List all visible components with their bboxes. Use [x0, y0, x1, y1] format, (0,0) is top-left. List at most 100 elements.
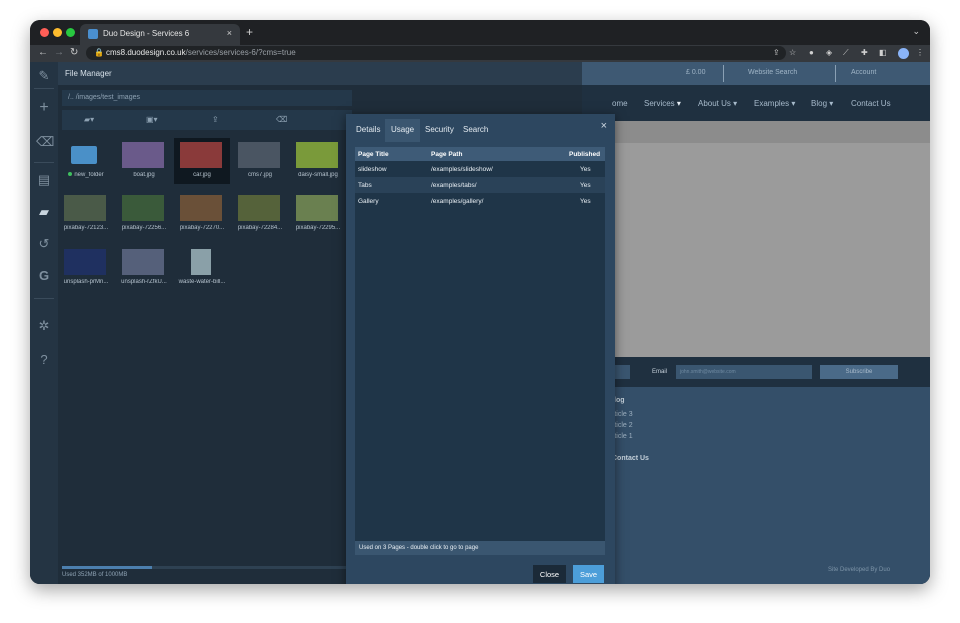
thumbnail-image — [238, 195, 280, 221]
puzzle-icon[interactable]: ✚ — [861, 48, 868, 57]
tab-security[interactable]: Security — [425, 125, 454, 134]
file-name-text: pixabay-72256... — [121, 225, 167, 231]
delete-icon[interactable]: ⌫ — [276, 115, 287, 124]
bookmark-star-icon[interactable]: ☆ — [789, 48, 796, 57]
usage-table-header: Page Title Page Path Published — [355, 147, 605, 161]
image-thumbnail[interactable]: cms7.jpg — [232, 138, 288, 184]
save-button[interactable]: Save — [573, 565, 604, 583]
image-thumbnail[interactable]: pixabay-72295... — [290, 191, 346, 237]
table-row[interactable]: slideshow /examples/slideshow/ Yes — [355, 161, 605, 177]
email-field[interactable]: john.smith@website.com — [676, 365, 812, 379]
nav-blog[interactable]: Blog ▾ — [811, 99, 833, 108]
reload-icon[interactable]: ↻ — [70, 47, 78, 58]
settings-gear-icon[interactable]: ✲ — [36, 318, 52, 334]
sidepanel-icon[interactable]: ◧ — [879, 48, 887, 57]
email-label: Email — [652, 369, 668, 375]
site-credit: Site Developed By Duo — [828, 567, 891, 573]
nav-home[interactable]: ome — [612, 99, 628, 108]
address-toolbar: ← → ↻ 🔒 cms8.duodesign.co.uk/services/se… — [30, 45, 930, 62]
help-icon[interactable]: ? — [36, 352, 52, 368]
row-published: Yes — [580, 198, 591, 205]
browser-tab[interactable]: Duo Design - Services 6 × — [80, 24, 240, 45]
extension-icon[interactable]: ● — [809, 48, 814, 57]
edit-icon[interactable]: ✎ — [36, 68, 52, 84]
back-arrow-icon[interactable]: ← — [38, 47, 48, 58]
file-manager-toolbar: ▰▾ ▣▾ ⇪ ⌫ — [62, 110, 352, 130]
minimize-window-icon[interactable] — [53, 28, 62, 37]
profile-avatar[interactable] — [898, 48, 909, 59]
upload-icon[interactable]: ⇪ — [212, 115, 219, 124]
tab-details[interactable]: Details — [356, 125, 380, 134]
tab-usage[interactable]: Usage — [385, 119, 421, 142]
image-thumbnail[interactable]: daisy-small.jpg — [290, 138, 346, 184]
image-thumbnail[interactable]: pixabay-72256... — [116, 191, 172, 237]
article-link[interactable]: rticle 1 — [612, 433, 633, 440]
folder-path-bar[interactable]: /.. /images/test_images — [62, 90, 352, 106]
row-page-path: /examples/slideshow/ — [431, 166, 493, 173]
file-name-text: unsplash-rZfkU... — [121, 279, 167, 285]
table-row[interactable]: Tabs /examples/tabs/ Yes — [355, 177, 605, 193]
image-thumbnail[interactable]: boat.jpg — [116, 138, 172, 184]
cms-page: ✎ + ⌫ ▤ ▰ ↺ G ✲ ? File Manager /.. /imag… — [30, 62, 930, 584]
image-thumbnail[interactable]: pixabay-72123... — [58, 191, 114, 237]
pipette-icon[interactable]: ⟋ — [843, 48, 849, 58]
status-dot-icon — [68, 172, 73, 176]
row-page-title: slideshow — [358, 166, 387, 173]
article-link[interactable]: rticle 2 — [612, 422, 633, 429]
usage-summary-bar: Used on 3 Pages - double click to go to … — [355, 541, 605, 555]
nav-blog-label: Blog — [811, 99, 828, 108]
nav-contact-us[interactable]: Contact Us — [851, 99, 891, 108]
folder-path-text: /.. /images/test_images — [68, 94, 140, 101]
new-tab-button[interactable]: + — [246, 25, 253, 39]
subscribe-button[interactable]: Subscribe — [820, 365, 898, 379]
url-bar[interactable]: 🔒 cms8.duodesign.co.uk/services/services… — [86, 46, 786, 60]
dialog-tabs: Details Usage Security Search × — [346, 114, 615, 142]
menu-dots-icon[interactable]: ⋮ — [916, 48, 924, 57]
maximize-window-icon[interactable] — [66, 28, 75, 37]
image-thumbnail[interactable]: waste-water-bill... — [174, 245, 230, 291]
file-name-text: boat.jpg — [133, 172, 155, 178]
basket-total[interactable]: £ 0.00 — [686, 69, 705, 76]
history-icon[interactable]: ↺ — [36, 236, 52, 252]
add-icon[interactable]: + — [36, 100, 52, 116]
nav-about-us[interactable]: About Us ▾ — [698, 99, 737, 108]
share-icon[interactable]: ⇪ — [773, 48, 780, 57]
image-thumbnail[interactable]: unsplash-prMn... — [58, 245, 114, 291]
image-thumbnail[interactable]: unsplash-rZfkU... — [116, 245, 172, 291]
sidebar-divider — [34, 162, 54, 163]
table-row[interactable]: Gallery /examples/gallery/ Yes — [355, 193, 605, 209]
file-manager-title: File Manager — [65, 69, 112, 78]
file-name-text: cms7.jpg — [247, 172, 272, 178]
contact-heading: Contact Us — [612, 455, 649, 462]
tab-search[interactable]: Search — [463, 125, 488, 134]
account-link[interactable]: Account — [851, 69, 876, 76]
image-thumbnail[interactable]: pixabay-72284... — [232, 191, 288, 237]
image-thumbnail[interactable]: pixabay-72270... — [174, 191, 230, 237]
row-page-title: Gallery — [358, 198, 379, 205]
folder-icon[interactable]: ▰ — [36, 204, 52, 220]
forward-arrow-icon[interactable]: → — [54, 47, 64, 58]
thumbnail-image — [238, 142, 280, 168]
document-icon[interactable]: ▤ — [36, 172, 52, 188]
site-search-link[interactable]: Website Search — [748, 69, 797, 76]
shield-icon[interactable]: ◈ — [826, 48, 832, 57]
folder-item[interactable]: new_folder — [58, 138, 114, 184]
image-options-icon[interactable]: ▣▾ — [146, 115, 158, 124]
image-thumbnail[interactable]: car.jpg — [174, 138, 230, 184]
thumbnail-image — [296, 142, 338, 168]
tab-list-chevron-icon[interactable]: ⌄ — [912, 26, 920, 37]
tab-close-icon[interactable]: × — [227, 28, 232, 38]
article-link[interactable]: rticle 3 — [612, 411, 633, 418]
file-name: pixabay-72295... — [290, 225, 346, 231]
trash-icon[interactable]: ⌫ — [36, 134, 54, 150]
close-button[interactable]: Close — [533, 565, 566, 583]
nav-services[interactable]: Services ▾ — [644, 99, 681, 108]
close-window-icon[interactable] — [40, 28, 49, 37]
new-folder-icon[interactable]: ▰▾ — [84, 115, 94, 124]
nav-examples[interactable]: Examples ▾ — [754, 99, 795, 108]
thumbnail-image — [180, 142, 222, 168]
file-name: unsplash-prMn... — [58, 279, 114, 285]
google-icon[interactable]: G — [36, 268, 52, 284]
file-name: pixabay-72256... — [116, 225, 172, 231]
dialog-close-icon[interactable]: × — [601, 120, 607, 132]
